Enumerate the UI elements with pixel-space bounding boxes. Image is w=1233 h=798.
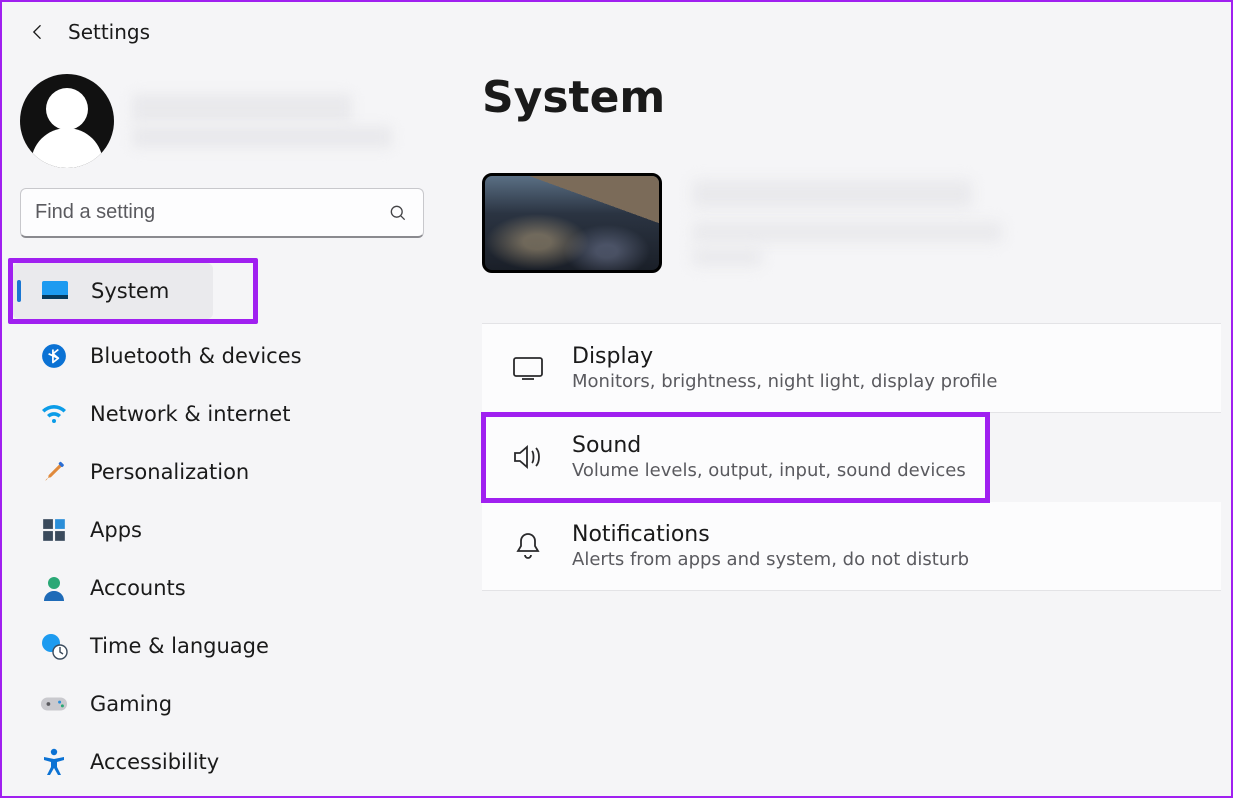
sidebar-item-accounts[interactable]: Accounts — [12, 560, 436, 616]
main-panel: System Display Monitors, brightness, nig… — [442, 50, 1231, 784]
apps-icon — [40, 516, 68, 544]
sidebar-item-personalization[interactable]: Personalization — [12, 444, 436, 500]
device-rename-redacted — [692, 248, 762, 266]
setting-item-display[interactable]: Display Monitors, brightness, night ligh… — [482, 324, 1221, 413]
bluetooth-icon — [40, 342, 68, 370]
device-model-redacted — [692, 222, 1002, 242]
sidebar-item-label: Accessibility — [90, 750, 219, 774]
setting-item-notifications[interactable]: Notifications Alerts from apps and syste… — [482, 502, 1221, 591]
setting-title: Display — [572, 344, 998, 369]
sidebar-item-time-language[interactable]: Time & language — [12, 618, 436, 674]
avatar — [20, 74, 114, 168]
paintbrush-icon — [40, 458, 68, 486]
sidebar-item-system[interactable]: System — [13, 263, 213, 319]
sidebar-item-label: System — [91, 279, 169, 303]
arrow-left-icon — [28, 22, 48, 42]
page-title: System — [482, 72, 1221, 123]
bell-icon — [510, 528, 546, 564]
setting-desc: Alerts from apps and system, do not dist… — [572, 549, 969, 570]
back-button[interactable] — [26, 20, 50, 44]
sidebar-item-gaming[interactable]: Gaming — [12, 676, 436, 732]
profile-name-redacted — [132, 94, 352, 122]
display-icon — [510, 350, 546, 386]
accessibility-icon — [40, 748, 68, 776]
sidebar-item-bluetooth[interactable]: Bluetooth & devices — [12, 328, 436, 384]
sidebar-item-label: Personalization — [90, 460, 249, 484]
sidebar-item-accessibility[interactable]: Accessibility — [12, 734, 436, 790]
search-icon — [388, 203, 408, 223]
sidebar-item-label: Network & internet — [90, 402, 290, 426]
sidebar-item-network[interactable]: Network & internet — [12, 386, 436, 442]
gamepad-icon — [40, 690, 68, 718]
sidebar-item-label: Gaming — [90, 692, 172, 716]
monitor-icon — [41, 277, 69, 305]
desktop-thumbnail — [482, 173, 662, 273]
sidebar-item-apps[interactable]: Apps — [12, 502, 436, 558]
setting-desc: Monitors, brightness, night light, displ… — [572, 371, 998, 392]
person-icon — [40, 574, 68, 602]
sidebar-item-label: Accounts — [90, 576, 186, 600]
sidebar: System Bluetooth & devices Network & int… — [2, 50, 442, 784]
device-name-redacted — [692, 180, 972, 208]
setting-title: Notifications — [572, 522, 969, 547]
search-input[interactable] — [20, 188, 424, 238]
setting-title: Sound — [572, 433, 966, 458]
sidebar-item-label: Time & language — [90, 634, 269, 658]
setting-desc: Volume levels, output, input, sound devi… — [572, 460, 966, 481]
wifi-icon — [40, 400, 68, 428]
sidebar-item-label: Bluetooth & devices — [90, 344, 302, 368]
sidebar-item-label: Apps — [90, 518, 142, 542]
clock-globe-icon — [40, 632, 68, 660]
profile-email-redacted — [132, 126, 392, 148]
sound-icon — [510, 439, 546, 475]
device-summary[interactable] — [482, 173, 1221, 273]
app-title: Settings — [68, 20, 150, 44]
profile-panel[interactable] — [2, 68, 442, 188]
setting-item-sound[interactable]: Sound Volume levels, output, input, soun… — [482, 413, 989, 502]
